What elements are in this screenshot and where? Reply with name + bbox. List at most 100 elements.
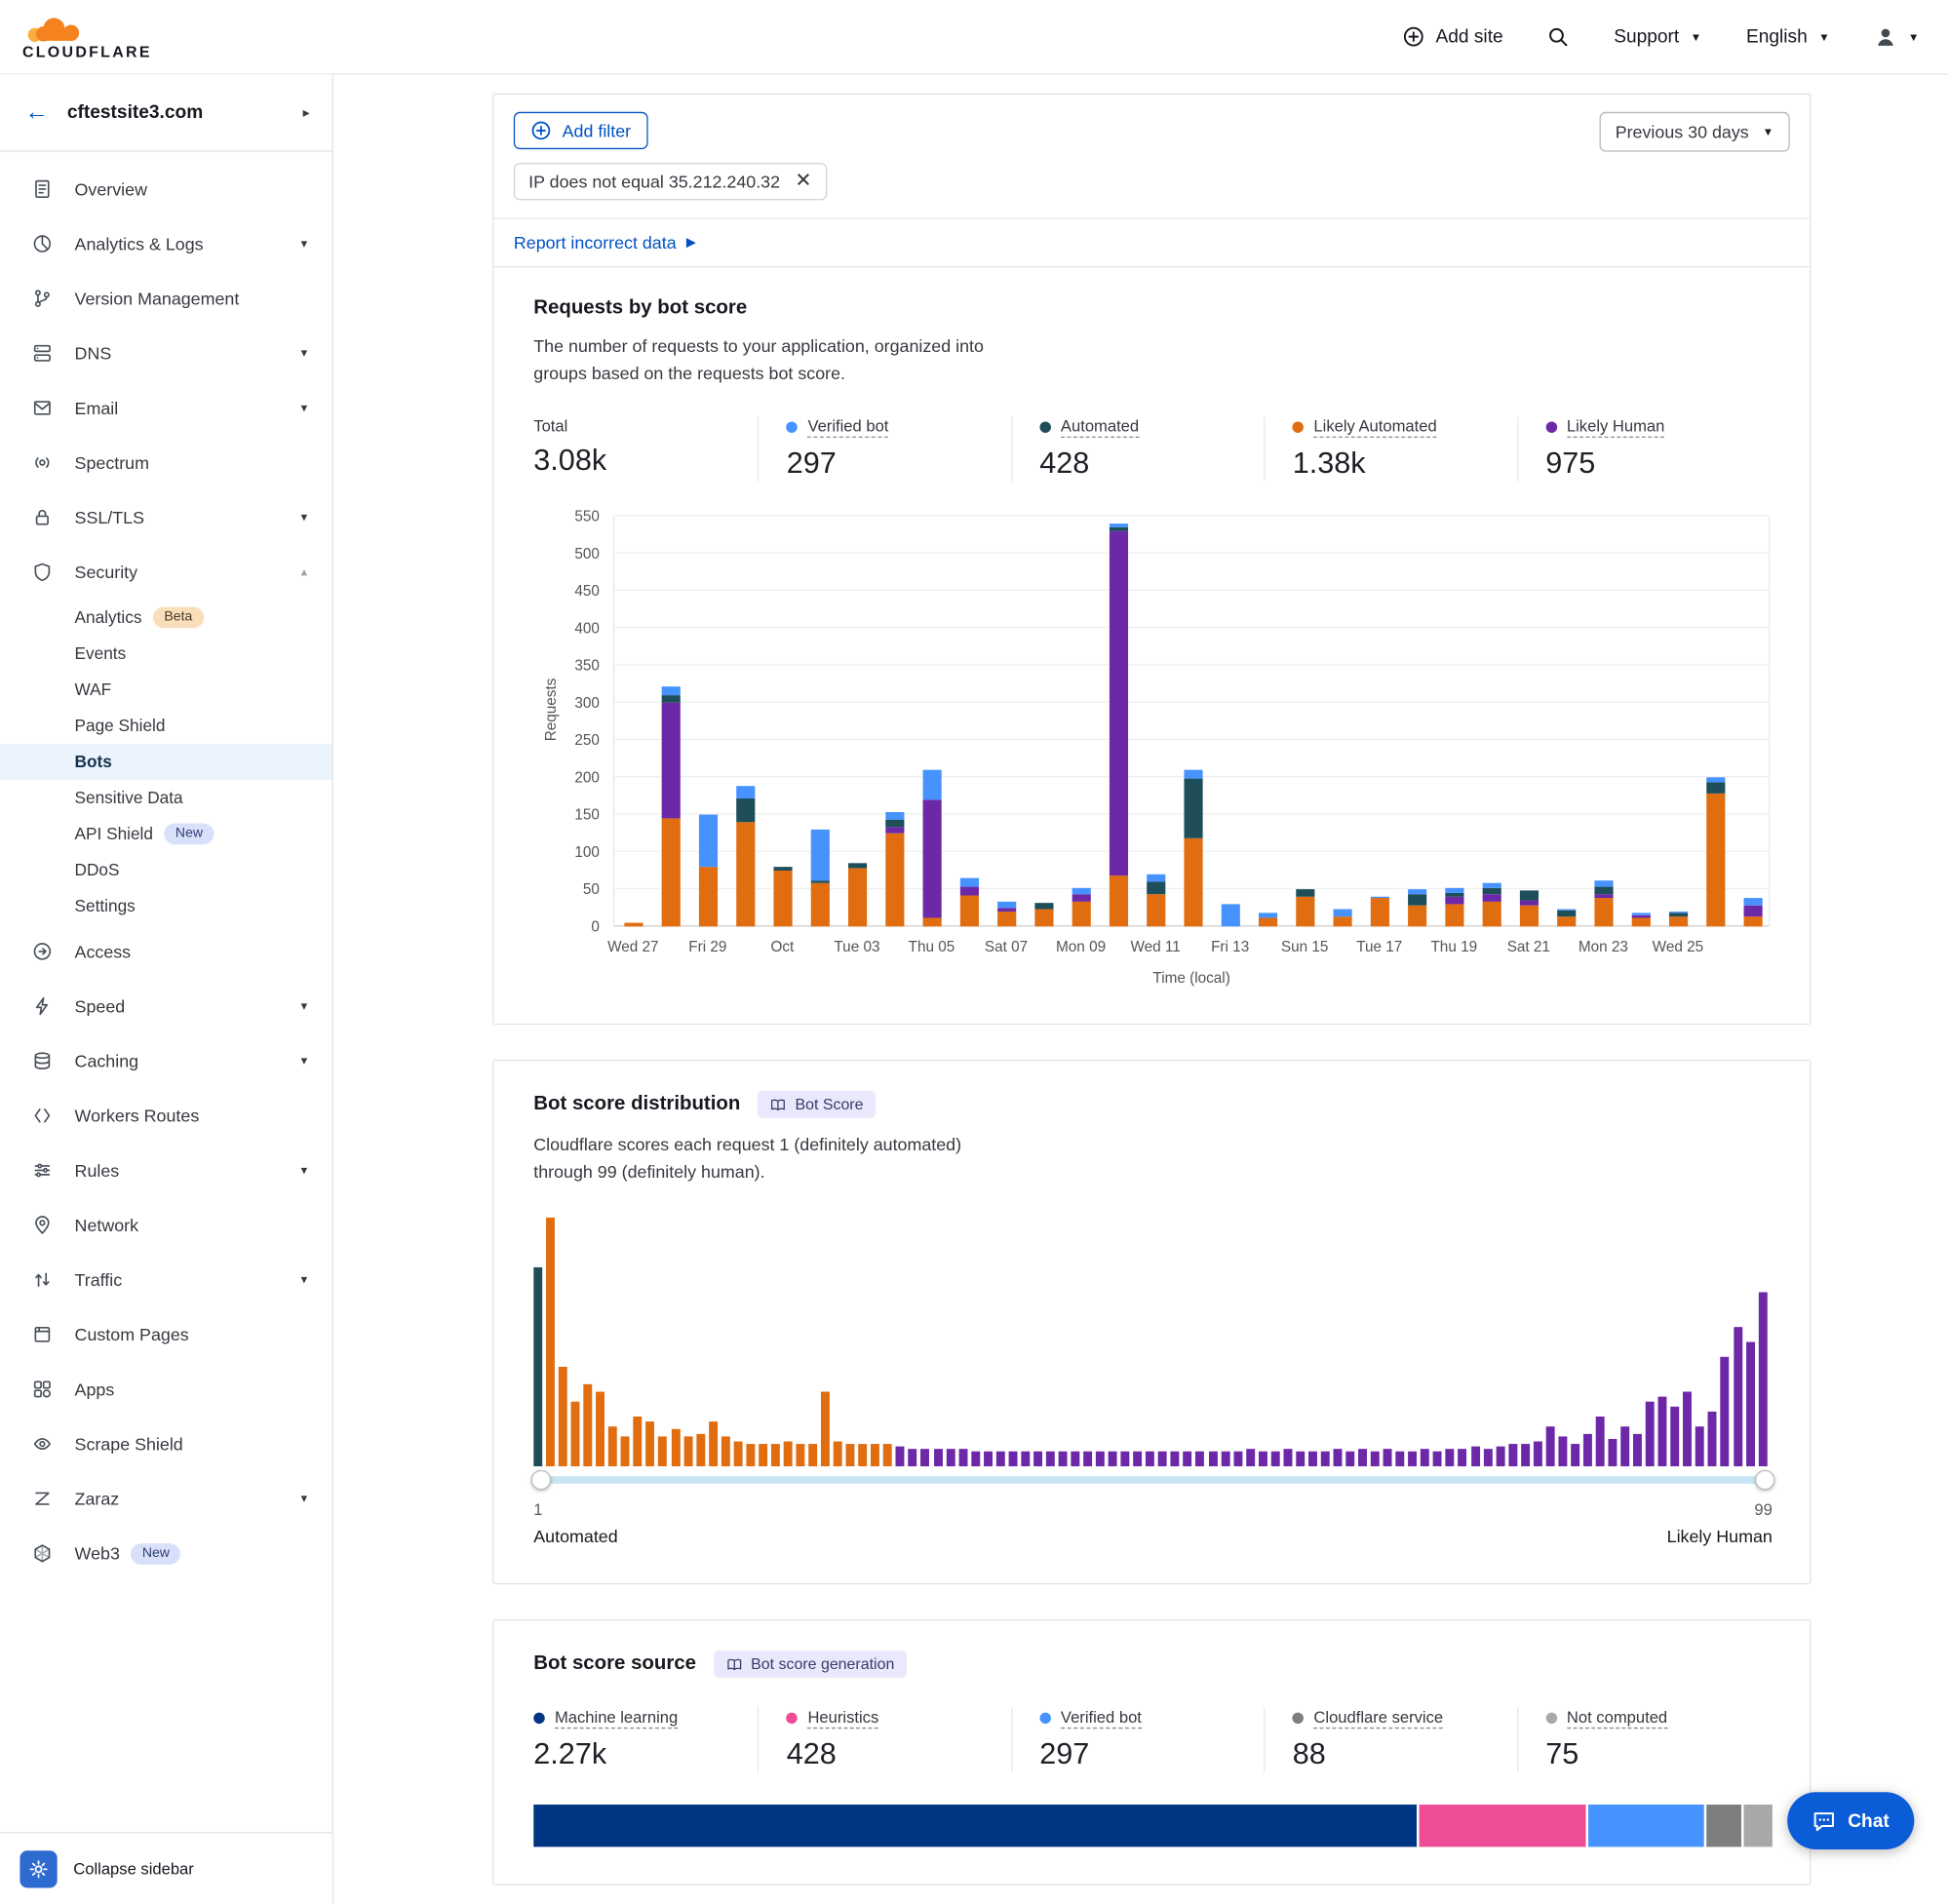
sidebar-item-scrape-shield[interactable]: Scrape Shield: [0, 1417, 332, 1471]
sidebar-item-page-shield[interactable]: Page Shield: [0, 708, 332, 744]
bar-segment-verified-bot: [959, 877, 978, 886]
filter-bar: Add filter IP does not equal 35.212.240.…: [493, 95, 1810, 219]
collapse-sidebar-button[interactable]: Collapse sidebar: [73, 1859, 194, 1878]
back-arrow-icon[interactable]: ←: [25, 100, 49, 124]
bar-segment-likely-automated: [885, 833, 904, 926]
chat-button[interactable]: Chat: [1787, 1792, 1915, 1849]
sidebar-item-web3[interactable]: Web3New: [0, 1526, 332, 1580]
sidebar-item-caching[interactable]: Caching▾: [0, 1033, 332, 1088]
sidebar-item-overview[interactable]: Overview: [0, 162, 332, 216]
sidebar-item-analytics[interactable]: AnalyticsBeta: [0, 600, 332, 636]
bot-score-badge[interactable]: Bot Score: [758, 1091, 876, 1118]
account-menu[interactable]: ▼: [1875, 25, 1920, 48]
report-link-label: Report incorrect data: [514, 233, 677, 253]
search-button[interactable]: [1548, 26, 1570, 48]
distribution-bar: [1683, 1392, 1692, 1467]
distribution-bar: [771, 1445, 780, 1467]
settings-gear-button[interactable]: [19, 1850, 57, 1887]
analytics-icon: [32, 234, 52, 253]
distribution-bar: [1358, 1450, 1367, 1467]
add-site-button[interactable]: Add site: [1403, 26, 1502, 48]
legend-dot: [1293, 1713, 1304, 1724]
language-menu[interactable]: English ▼: [1746, 26, 1830, 48]
stat-likely-human: Likely Human975: [1517, 417, 1770, 482]
slider-handle-min[interactable]: [531, 1470, 551, 1490]
remove-filter-icon[interactable]: ✕: [795, 172, 811, 191]
gridline: [614, 664, 1769, 665]
bar-segment-verified-bot: [1668, 912, 1687, 913]
distribution-bar: [1259, 1452, 1267, 1466]
sidebar-item-traffic[interactable]: Traffic▾: [0, 1253, 332, 1307]
sidebar-item-spectrum[interactable]: Spectrum: [0, 435, 332, 489]
bar-segment-automated: [810, 880, 829, 883]
chevron-right-icon[interactable]: ▸: [303, 104, 310, 121]
sidebar-item-apps[interactable]: Apps: [0, 1362, 332, 1417]
support-menu[interactable]: Support ▼: [1614, 26, 1701, 48]
distribution-bar: [1521, 1445, 1530, 1467]
bar-segment-verified-bot: [922, 770, 941, 800]
bar-segment-verified-bot: [1147, 874, 1165, 882]
distribution-bar: [683, 1437, 692, 1467]
sidebar-item-analytics-logs[interactable]: Analytics & Logs▾: [0, 216, 332, 271]
slider-handle-max[interactable]: [1755, 1470, 1774, 1490]
sidebar-item-security[interactable]: Security▴: [0, 545, 332, 600]
x-tick-label: Wed 25: [1653, 938, 1703, 955]
sidebar-item-email[interactable]: Email▾: [0, 380, 332, 435]
sidebar-item-rules[interactable]: Rules▾: [0, 1143, 332, 1197]
distribution-bar: [1609, 1440, 1618, 1467]
sidebar-item-events[interactable]: Events: [0, 636, 332, 672]
sidebar-item-access[interactable]: Access: [0, 924, 332, 979]
distribution-bar: [1208, 1452, 1217, 1466]
traffic-icon: [32, 1269, 52, 1289]
cloudflare-logo[interactable]: CLOUDFLARE: [22, 13, 152, 59]
chevron-down-icon: ▾: [301, 511, 307, 525]
bar-segment-likely-automated: [1557, 916, 1576, 927]
bar-segment-likely-automated: [624, 923, 643, 927]
distribution-bar: [1459, 1450, 1467, 1467]
distribution-bar: [746, 1445, 755, 1467]
bar-segment-automated: [1296, 889, 1314, 897]
sidebar-item-custom-pages[interactable]: Custom Pages: [0, 1307, 332, 1362]
bot-score-source-card: Bot score source Bot score generation Ma…: [492, 1620, 1811, 1886]
y-tick-label: 350: [545, 657, 600, 675]
y-tick-label: 550: [545, 508, 600, 525]
bar-segment-likely-automated: [810, 883, 829, 926]
sidebar-item-settings[interactable]: Settings: [0, 888, 332, 924]
sidebar-item-zaraz[interactable]: Zaraz▾: [0, 1471, 332, 1526]
bot-score-generation-badge-label: Bot score generation: [751, 1656, 894, 1674]
stat-total: Total3.08k: [533, 417, 758, 482]
sidebar-item-version-management[interactable]: Version Management: [0, 271, 332, 326]
add-site-icon: [1403, 26, 1424, 48]
requests-by-bot-score-card: Add filter IP does not equal 35.212.240.…: [492, 94, 1811, 1026]
sidebar-item-api-shield[interactable]: API ShieldNew: [0, 816, 332, 852]
sidebar-item-workers-routes[interactable]: Workers Routes: [0, 1088, 332, 1143]
distribution-bar: [958, 1450, 967, 1467]
bar-segment-likely-human: [959, 886, 978, 895]
slider-min-label: 1: [533, 1500, 542, 1519]
distribution-bar: [1596, 1418, 1605, 1467]
bar-segment-likely-automated: [996, 912, 1015, 926]
sidebar-item-speed[interactable]: Speed▾: [0, 979, 332, 1033]
sidebar-item-bots[interactable]: Bots: [0, 744, 332, 780]
sidebar-item-waf[interactable]: WAF: [0, 672, 332, 708]
add-filter-button[interactable]: Add filter: [514, 112, 648, 149]
date-range-selector[interactable]: Previous 30 days ▼: [1599, 112, 1790, 152]
sidebar-item-ddos[interactable]: DDoS: [0, 852, 332, 888]
distribution-bar: [896, 1447, 905, 1466]
report-incorrect-data-link[interactable]: Report incorrect data ▶: [493, 219, 1810, 268]
sidebar-item-network[interactable]: Network: [0, 1197, 332, 1252]
distribution-bar: [1421, 1450, 1429, 1467]
y-tick-label: 50: [545, 880, 600, 898]
distribution-bar: [995, 1452, 1004, 1466]
y-tick-label: 250: [545, 731, 600, 749]
bot-score-generation-badge[interactable]: Bot score generation: [714, 1651, 907, 1678]
bar-segment-likely-automated: [1407, 906, 1425, 926]
sidebar-item-sensitive-data[interactable]: Sensitive Data: [0, 780, 332, 816]
source-segment-not-computed: [1743, 1806, 1773, 1847]
sidebar-item-ssl-tls[interactable]: SSL/TLS▾: [0, 490, 332, 545]
distribution-bar: [1483, 1450, 1492, 1467]
bar-segment-likely-automated: [1706, 794, 1725, 926]
distribution-bar: [871, 1445, 879, 1467]
sidebar-item-dns[interactable]: DNS▾: [0, 326, 332, 380]
distribution-bar: [933, 1450, 942, 1467]
